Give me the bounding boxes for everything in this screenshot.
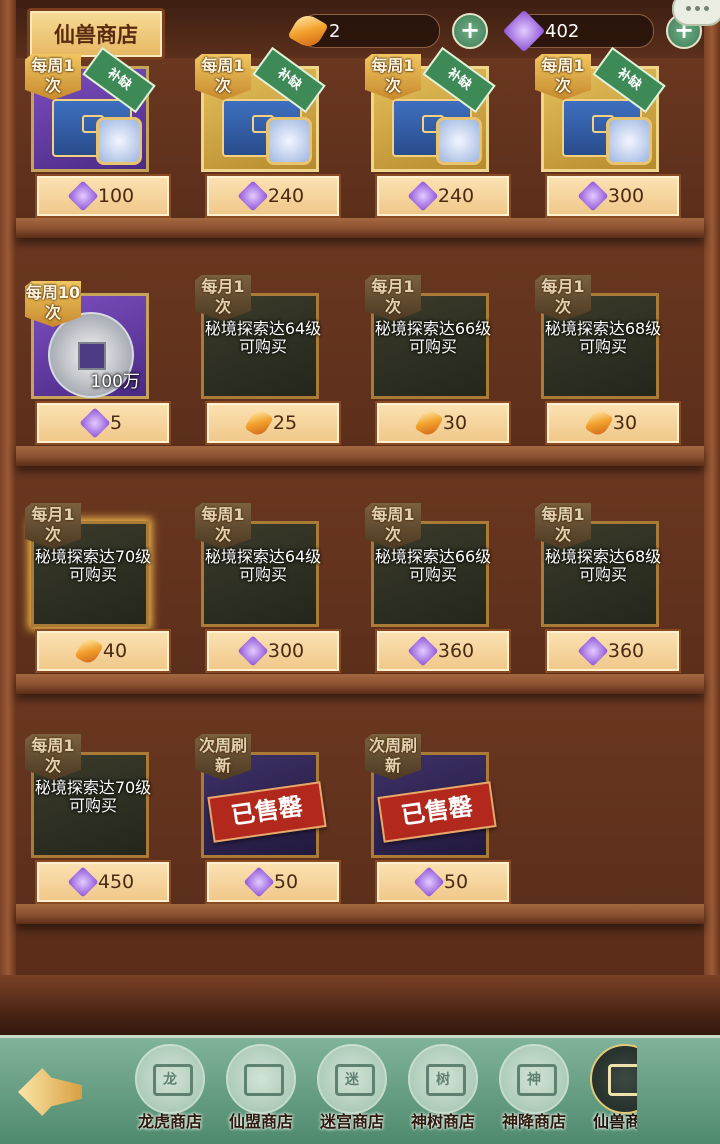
beast-icon bbox=[266, 117, 312, 165]
shop-item-locked[interactable]: 秘境探索达66级可购买 每月1次 30 bbox=[355, 275, 509, 450]
feather-icon bbox=[244, 407, 274, 439]
gem-icon bbox=[577, 635, 609, 667]
gem-icon bbox=[67, 866, 99, 898]
cabinet-post-left bbox=[0, 0, 16, 1000]
unlock-requirement: 秘境探索达64级可购买 bbox=[204, 319, 322, 356]
shop-item-locked[interactable]: 秘境探索达68级可购买 每月1次 30 bbox=[525, 275, 679, 450]
shop-item[interactable]: 100万 每周10次 5 bbox=[15, 275, 169, 450]
cabinet-base bbox=[0, 975, 720, 1040]
price-button[interactable]: 360 bbox=[377, 631, 509, 671]
unlock-requirement: 秘境探索达70级可购买 bbox=[34, 778, 152, 815]
price-value: 50 bbox=[273, 871, 299, 893]
back-arrow-icon[interactable] bbox=[18, 1068, 82, 1116]
gem-icon bbox=[413, 866, 445, 898]
price-value: 5 bbox=[109, 412, 123, 434]
price-button[interactable]: 300 bbox=[207, 631, 339, 671]
shop-item-sold-out[interactable]: 已售罄 次周刷新 50 bbox=[355, 734, 509, 909]
shop-item[interactable]: 补缺 每周1次 240 bbox=[185, 46, 339, 223]
chat-icon[interactable] bbox=[672, 0, 720, 26]
shop-icon: 龙 bbox=[135, 1044, 205, 1114]
gem-icon bbox=[577, 180, 609, 212]
tab-divine-tree-shop[interactable]: 树 神树商店 bbox=[403, 1044, 483, 1140]
tab-dragon-tiger-shop[interactable]: 龙 龙虎商店 bbox=[130, 1044, 210, 1140]
shop-item-locked[interactable]: 秘境探索达70级可购买 每月1次 40 bbox=[15, 503, 169, 678]
shop-item-locked[interactable]: 秘境探索达66级可购买 每周1次 360 bbox=[355, 503, 509, 678]
beast-icon bbox=[436, 117, 482, 165]
price-button[interactable]: 25 bbox=[207, 403, 339, 443]
price-value: 50 bbox=[443, 871, 469, 893]
shop-item[interactable]: 补缺 每周1次 240 bbox=[355, 46, 509, 223]
gem-icon bbox=[237, 635, 269, 667]
price-value: 360 bbox=[607, 640, 645, 662]
currency-feather-value: 2 bbox=[329, 20, 341, 42]
add-feather-button[interactable]: + bbox=[452, 13, 488, 49]
currency-gem-value: 402 bbox=[545, 20, 580, 42]
price-button[interactable]: 5 bbox=[37, 403, 169, 443]
gem-icon bbox=[67, 180, 99, 212]
unlock-requirement: 秘境探索达70级可购买 bbox=[34, 547, 152, 584]
price-button[interactable]: 300 bbox=[547, 176, 679, 216]
shop-item-locked[interactable]: 秘境探索达68级可购买 每周1次 360 bbox=[525, 503, 679, 678]
shop-icon bbox=[226, 1044, 296, 1114]
price-value: 360 bbox=[437, 640, 475, 662]
price-value: 40 bbox=[102, 640, 128, 662]
price-value: 450 bbox=[97, 871, 135, 893]
unlock-requirement: 秘境探索达66级可购买 bbox=[374, 319, 492, 356]
feather-icon bbox=[584, 407, 614, 439]
price-value: 30 bbox=[612, 412, 638, 434]
shop-item[interactable]: 补缺 每周1次 300 bbox=[525, 46, 679, 223]
shop-icon bbox=[590, 1044, 637, 1114]
unlock-requirement: 秘境探索达68级可购买 bbox=[544, 319, 662, 356]
shop-item-locked[interactable]: 秘境探索达64级可购买 每月1次 25 bbox=[185, 275, 339, 450]
price-button[interactable]: 40 bbox=[37, 631, 169, 671]
price-button[interactable]: 240 bbox=[207, 176, 339, 216]
feather-icon bbox=[74, 635, 104, 667]
price-button[interactable]: 50 bbox=[377, 862, 509, 902]
coin-amount: 100万 bbox=[90, 372, 140, 392]
price-button[interactable]: 450 bbox=[37, 862, 169, 902]
sold-out-stamp: 已售罄 bbox=[207, 781, 327, 843]
gem-icon bbox=[407, 635, 439, 667]
cabinet-post-right bbox=[704, 0, 720, 1000]
unlock-requirement: 秘境探索达66级可购买 bbox=[374, 547, 492, 584]
price-button[interactable]: 240 bbox=[377, 176, 509, 216]
tab-divine-descent-shop[interactable]: 神 神降商店 bbox=[494, 1044, 574, 1140]
price-value: 300 bbox=[607, 185, 645, 207]
price-value: 30 bbox=[442, 412, 468, 434]
price-value: 100 bbox=[97, 185, 135, 207]
nav-clip: 仙兽商店 bbox=[585, 1038, 637, 1144]
price-value: 240 bbox=[267, 185, 305, 207]
shop-icon: 迷 bbox=[317, 1044, 387, 1114]
price-button[interactable]: 360 bbox=[547, 631, 679, 671]
price-value: 300 bbox=[267, 640, 305, 662]
beast-icon bbox=[96, 117, 142, 165]
shop-item-sold-out[interactable]: 已售罄 次周刷新 50 bbox=[185, 734, 339, 909]
shop-item-locked[interactable]: 秘境探索达70级可购买 每周1次 450 bbox=[15, 734, 169, 909]
unlock-requirement: 秘境探索达68级可购买 bbox=[544, 547, 662, 584]
shop-item[interactable]: 补缺 每周1次 100 bbox=[15, 46, 169, 223]
gem-icon bbox=[243, 866, 275, 898]
tab-beast-shop[interactable]: 仙兽商店 bbox=[585, 1044, 637, 1140]
sold-out-stamp: 已售罄 bbox=[377, 781, 497, 843]
shop-icon: 神 bbox=[499, 1044, 569, 1114]
feather-icon bbox=[414, 407, 444, 439]
gem-icon bbox=[407, 180, 439, 212]
shop-icon: 树 bbox=[408, 1044, 478, 1114]
gem-icon bbox=[79, 407, 111, 439]
price-button[interactable]: 30 bbox=[547, 403, 679, 443]
currency-gem: 402 bbox=[502, 9, 654, 53]
price-value: 240 bbox=[437, 185, 475, 207]
currency-feather: 2 bbox=[287, 10, 440, 52]
shop-item-locked[interactable]: 秘境探索达64级可购买 每周1次 300 bbox=[185, 503, 339, 678]
price-value: 25 bbox=[272, 412, 298, 434]
gem-icon bbox=[237, 180, 269, 212]
price-button[interactable]: 30 bbox=[377, 403, 509, 443]
beast-icon bbox=[606, 117, 652, 165]
tab-guild-shop[interactable]: 仙盟商店 bbox=[221, 1044, 301, 1140]
price-button[interactable]: 50 bbox=[207, 862, 339, 902]
price-button[interactable]: 100 bbox=[37, 176, 169, 216]
tab-maze-shop[interactable]: 迷 迷宫商店 bbox=[312, 1044, 392, 1140]
unlock-requirement: 秘境探索达64级可购买 bbox=[204, 547, 322, 584]
bottom-nav: 龙 龙虎商店 仙盟商店 迷 迷宫商店 树 神树商店 神 神降商店 仙兽商店 bbox=[0, 1035, 720, 1144]
